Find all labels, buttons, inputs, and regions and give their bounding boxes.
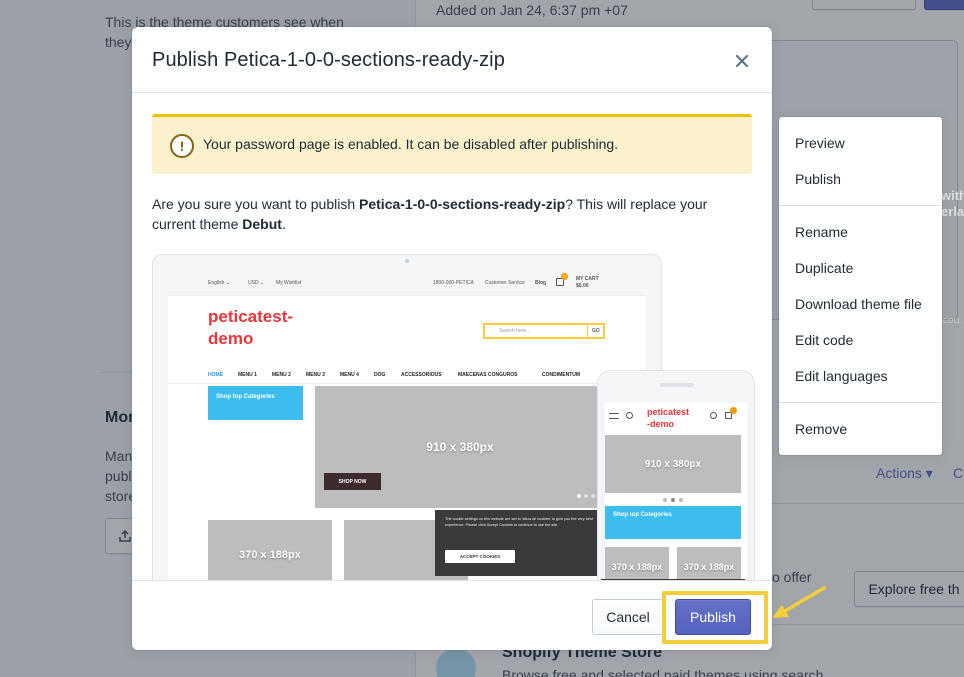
- preview-logo: peticatest- demo: [208, 306, 293, 350]
- preview-cookie-text: The cookie settings on this website are …: [445, 517, 593, 527]
- preview-logo-line2: demo: [208, 329, 254, 348]
- menu-separator: [779, 205, 942, 206]
- preview-banner-1: 370 x 188px: [208, 520, 332, 580]
- phone-dot-2: [671, 498, 675, 502]
- preview-lang: English ⌄: [208, 280, 230, 286]
- menu-item-edit-languages[interactable]: Edit languages: [779, 358, 942, 394]
- preview-accept-cookies: ACCEPT COOKIES: [445, 550, 515, 563]
- phone-dot-3: [679, 498, 683, 502]
- confirm-current-theme: Debut: [242, 216, 282, 232]
- phone-search-icon: [626, 412, 633, 419]
- phone-screen: peticatest -demo 910 x 380px Shop top Ca…: [601, 403, 747, 580]
- confirm-message: Are you sure you want to publish Petica-…: [152, 194, 752, 234]
- modal-title: Publish Petica-1-0-0-sections-ready-zip: [152, 49, 505, 71]
- preview-search-go: GO: [592, 328, 600, 334]
- preview-menu-2: MENU 2: [272, 372, 291, 378]
- preview-topbar: [168, 270, 646, 296]
- theme-preview-mobile: peticatest -demo 910 x 380px Shop top Ca…: [597, 370, 755, 580]
- preview-categories: Shop top Categories: [208, 386, 303, 420]
- phone-account-icon: [710, 412, 717, 419]
- preview-cart-count: 0: [561, 273, 568, 280]
- password-warning-banner: Your password page is enabled. It can be…: [152, 114, 752, 174]
- menu-item-publish[interactable]: Publish: [779, 161, 942, 197]
- preview-menu: HOME MENU 1 MENU 2 MENU 3 MENU 4 DOG ACC…: [208, 372, 608, 382]
- preview-menu-dog: DOG: [374, 372, 386, 378]
- theme-preview-desktop: English ⌄ USD ⌄ My Wishlist 1800-000-PET…: [152, 254, 662, 580]
- preview-search-placeholder: Search here...: [499, 328, 531, 334]
- menu-item-preview[interactable]: Preview: [779, 125, 942, 161]
- preview-menu-acc: ACCESSORIOUS: [401, 372, 442, 378]
- preview-menu-maecenas: MAECENAS CONGUROS: [458, 372, 518, 378]
- confirm-prefix: Are you sure you want to publish: [152, 196, 360, 212]
- preview-cart-total: $0.00: [576, 283, 589, 289]
- preview-menu-border: [168, 383, 646, 384]
- preview-cookie-bar: The cookie settings on this website are …: [435, 510, 600, 576]
- preview-menu-condimentum: CONDIMENTUM: [542, 372, 581, 378]
- preview-logo-line1: peticatest-: [208, 307, 294, 326]
- preview-blog: Blog: [535, 280, 547, 286]
- publish-modal: Publish Petica-1-0-0-sections-ready-zip …: [132, 27, 772, 650]
- preview-search: Search here... GO: [483, 323, 605, 339]
- cancel-button[interactable]: Cancel: [592, 599, 664, 635]
- bg-fragment-coll: COLL: [943, 318, 962, 325]
- preview-menu-home: HOME: [208, 372, 223, 378]
- bg-fragment-with: with: [941, 188, 964, 203]
- close-button[interactable]: [730, 49, 754, 73]
- phone-categories-label: Shop top Categories: [613, 512, 672, 518]
- phone-menu-icon: [609, 413, 619, 419]
- slider-dot-2: [584, 494, 588, 498]
- preview-menu-3: MENU 3: [306, 372, 325, 378]
- preview-shop-now: SHOP NOW: [324, 473, 381, 490]
- preview-service: Customer Service: [485, 280, 525, 286]
- preview-phone: 1800-000-PETICA: [433, 280, 474, 286]
- slider-dot-1: [577, 494, 581, 498]
- phone-logo-line2: -demo: [647, 419, 674, 429]
- phone-dot-1: [663, 498, 667, 502]
- phone-speaker: [660, 383, 694, 387]
- modal-body: Your password page is enabled. It can be…: [132, 94, 772, 580]
- menu-item-download[interactable]: Download theme file: [779, 286, 942, 322]
- confirm-suffix: .: [281, 216, 286, 232]
- camera-dot: [405, 259, 409, 263]
- actions-dropdown: Preview Publish Rename Duplicate Downloa…: [779, 117, 942, 455]
- phone-banner-1: 370 x 188px: [605, 547, 669, 580]
- menu-item-remove[interactable]: Remove: [779, 411, 942, 447]
- phone-categories: Shop top Categories: [605, 506, 741, 539]
- publish-highlight-box: [662, 591, 768, 644]
- slider-dot-3: [591, 494, 595, 498]
- confirm-theme-name: Petica-1-0-0-sections-ready-zip: [359, 196, 566, 212]
- preview-search-divider: [587, 325, 588, 337]
- preview-categories-label: Shop top Categories: [216, 394, 275, 400]
- menu-item-edit-code[interactable]: Edit code: [779, 322, 942, 358]
- bg-fragment-erlay: erlay: [941, 204, 964, 219]
- pointer-arrow-icon: [772, 586, 826, 618]
- preview-mycart: MY CART: [576, 276, 599, 282]
- menu-item-rename[interactable]: Rename: [779, 214, 942, 250]
- preview-currency: USD ⌄: [248, 280, 265, 286]
- close-icon: [735, 54, 749, 68]
- phone-logo-line1: peticatest: [647, 407, 690, 417]
- phone-slider: 910 x 380px: [605, 435, 741, 493]
- preview-menu-4: MENU 4: [340, 372, 359, 378]
- phone-logo: peticatest -demo: [647, 406, 689, 430]
- banner-text: Your password page is enabled. It can be…: [203, 136, 619, 152]
- modal-header: Publish Petica-1-0-0-sections-ready-zip: [132, 27, 772, 93]
- phone-cart-badge: [730, 407, 737, 414]
- preview-screen: English ⌄ USD ⌄ My Wishlist 1800-000-PET…: [168, 270, 646, 580]
- preview-wishlist: My Wishlist: [276, 280, 302, 286]
- menu-item-duplicate[interactable]: Duplicate: [779, 250, 942, 286]
- phone-banner-2: 370 x 188px: [677, 547, 741, 580]
- warning-icon: [170, 134, 194, 158]
- preview-menu-1: MENU 1: [238, 372, 257, 378]
- menu-separator-2: [779, 402, 942, 403]
